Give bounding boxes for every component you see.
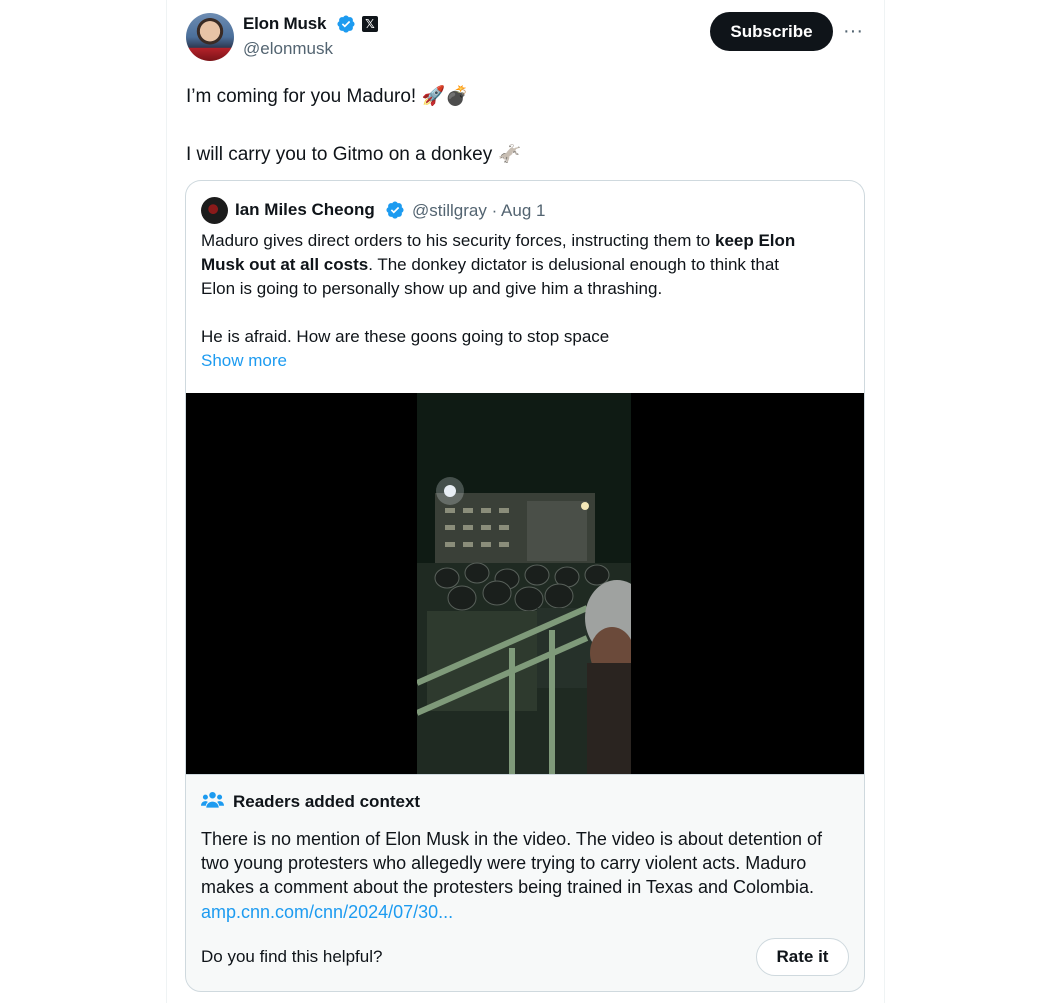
context-source-link[interactable]: amp.cnn.com/cnn/2024/07/30...	[201, 902, 453, 923]
quoted-text-line-1-bold: keep Elon	[714, 231, 796, 250]
show-more-link[interactable]: Show more	[201, 351, 287, 371]
more-options-icon[interactable]: ···	[838, 18, 868, 44]
verified-badge-icon	[337, 15, 355, 33]
quoted-handle-and-date[interactable]: @stillgray · Aug 1	[412, 201, 545, 221]
context-text-line-2: two young protesters who allegedly were …	[201, 853, 807, 873]
author-name[interactable]: Elon Musk	[243, 14, 326, 34]
tweet-text-line-2: I will carry you to Gitmo on a donkey 🫏	[186, 144, 522, 165]
quoted-text-line-4: He is afraid. How are these goons going …	[201, 327, 610, 346]
quoted-author-name[interactable]: Ian Miles Cheong	[235, 200, 375, 220]
quoted-text-line-2-plain: . The donkey dictator is delusional enou…	[368, 255, 779, 274]
quoted-text-line-3: Elon is going to personally show up and …	[201, 279, 663, 298]
subscribe-button[interactable]: Subscribe	[710, 12, 833, 51]
quoted-text-line-1-plain: Maduro gives direct orders to his securi…	[201, 231, 715, 250]
video-frame[interactable]	[417, 393, 631, 774]
quoted-author-avatar[interactable]	[201, 197, 228, 224]
author-handle[interactable]: @elonmusk	[243, 39, 333, 59]
people-icon	[201, 791, 224, 808]
quoted-text-line-1: Maduro gives direct orders to his securi…	[201, 231, 795, 251]
context-text-line-3: makes a comment about the protesters bei…	[201, 877, 815, 897]
helpful-question: Do you find this helpful?	[201, 947, 383, 966]
video-still-image	[417, 393, 631, 774]
x-premium-icon: 𝕏	[362, 16, 378, 32]
context-title: Readers added context	[233, 792, 421, 811]
author-avatar[interactable]	[186, 13, 234, 61]
quoted-text-line-2-bold: Musk out at all costs	[201, 255, 369, 274]
quoted-text-line-2: Musk out at all costs. The donkey dictat…	[201, 255, 779, 275]
rate-it-button[interactable]: Rate it	[756, 938, 849, 976]
context-text-line-1: There is no mention of Elon Musk in the …	[201, 829, 823, 849]
quoted-verified-badge-icon	[386, 201, 404, 219]
tweet-text-line-1: I’m coming for you Maduro! 🚀💣	[186, 86, 469, 107]
